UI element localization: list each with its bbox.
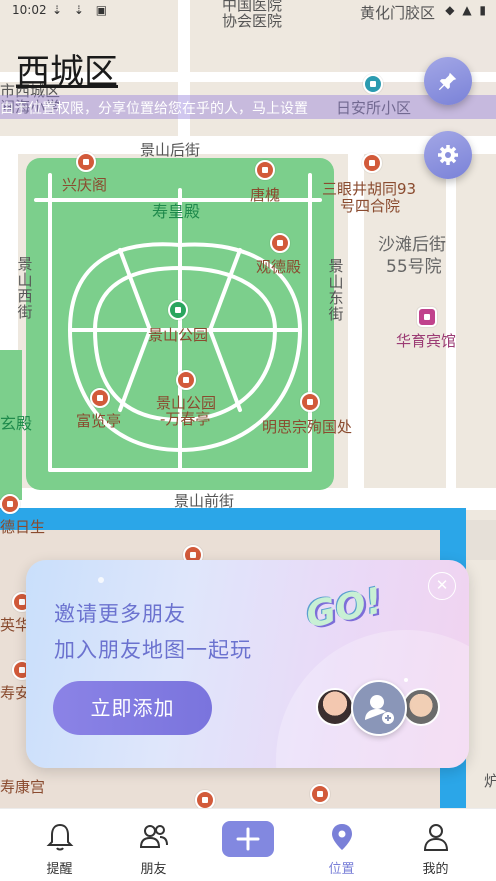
poi-marker-icon[interactable] bbox=[270, 233, 290, 253]
map-label: 观德殿 bbox=[256, 258, 302, 276]
tab-label: 我的 bbox=[422, 862, 449, 877]
friend-avatar bbox=[316, 688, 354, 726]
settings-button[interactable] bbox=[424, 131, 472, 179]
map-label: 华育宾馆 bbox=[396, 332, 457, 350]
map-label: 沙滩后街 bbox=[378, 235, 446, 255]
map-label: 景山东街 bbox=[328, 257, 344, 323]
bottom-nav: 提醒 朋友 位置 我的 bbox=[0, 808, 496, 881]
tab-label: 提醒 bbox=[46, 862, 73, 877]
district-title[interactable]: 西城区 bbox=[16, 44, 118, 93]
add-user-icon bbox=[365, 695, 394, 724]
tab-label: 位置 bbox=[328, 862, 355, 877]
map-label: 号四合院 bbox=[340, 197, 401, 215]
map-label: 寿康宫 bbox=[0, 778, 46, 796]
map-label: 富览亭 bbox=[76, 412, 122, 430]
poi-marker-icon[interactable] bbox=[255, 160, 275, 180]
profile-icon bbox=[423, 824, 449, 851]
permission-banner[interactable]: 由于位置权限，分享位置给您在乎的人，马上设置 bbox=[0, 95, 496, 119]
hotel-marker-icon[interactable] bbox=[417, 307, 437, 327]
location-icon bbox=[332, 824, 352, 850]
invite-card: 邀请更多朋友 加入朋友地图一起玩 立即添加 ✕ GO! bbox=[26, 560, 469, 768]
map-label: 景山公园 bbox=[156, 394, 217, 412]
police-marker-icon[interactable] bbox=[363, 74, 383, 94]
map-label: 兴庆阁 bbox=[62, 176, 108, 194]
map-label: 55号院 bbox=[386, 257, 442, 277]
poi-marker-icon[interactable] bbox=[362, 153, 382, 173]
notification-icons: ⇣ ⇣ ▣ bbox=[52, 3, 112, 17]
poi-marker-icon[interactable] bbox=[0, 494, 20, 514]
map-label: 三眼井胡同93 bbox=[322, 180, 417, 198]
map-label: 景山公园 bbox=[148, 326, 209, 344]
map-label: 寿皇殿 bbox=[152, 202, 201, 221]
pin-button[interactable] bbox=[424, 57, 472, 105]
park-marker-icon[interactable] bbox=[168, 300, 188, 320]
tab-label: 朋友 bbox=[140, 862, 167, 877]
status-time: 10:02 bbox=[12, 3, 47, 17]
map-label: 明思宗殉国处 bbox=[262, 418, 353, 436]
status-bar: 10:02 ⇣ ⇣ ▣ ◆ ▲ ▮ bbox=[0, 0, 496, 22]
map-label: -万春亭 bbox=[160, 410, 211, 428]
tab-profile[interactable]: 我的 bbox=[386, 809, 485, 881]
map-label: 炉 bbox=[484, 772, 496, 790]
map-label: 唐槐 bbox=[250, 186, 281, 204]
map-label: 景山后街 bbox=[140, 141, 201, 159]
tab-location[interactable]: 位置 bbox=[292, 809, 391, 881]
signal-battery-icons: ◆ ▲ ▮ bbox=[445, 3, 488, 17]
tab-reminder[interactable]: 提醒 bbox=[10, 809, 109, 881]
permission-banner-text: 由于位置权限，分享位置给您在乎的人，马上设置 bbox=[0, 101, 308, 117]
map-label: 景山前街 bbox=[174, 492, 235, 510]
gear-icon bbox=[438, 145, 458, 165]
friends-icon bbox=[139, 825, 168, 848]
plus-icon bbox=[236, 827, 260, 851]
add-button[interactable] bbox=[222, 821, 274, 857]
tab-friends[interactable]: 朋友 bbox=[104, 809, 203, 881]
poi-marker-icon[interactable] bbox=[310, 784, 330, 804]
friend-avatar bbox=[402, 688, 440, 726]
close-invite-button[interactable]: ✕ bbox=[428, 572, 456, 600]
poi-marker-icon[interactable] bbox=[300, 392, 320, 412]
map-label: 玄殿 bbox=[0, 414, 33, 433]
poi-marker-icon[interactable] bbox=[176, 370, 196, 390]
map-label: 德日生 bbox=[0, 518, 46, 536]
map-label: 景山西街 bbox=[17, 255, 33, 321]
add-friend-avatar[interactable] bbox=[351, 680, 407, 736]
add-now-button[interactable]: 立即添加 bbox=[53, 681, 212, 735]
invite-bubble-decor bbox=[98, 577, 469, 768]
poi-marker-icon[interactable] bbox=[195, 790, 215, 808]
invite-subheading: 加入朋友地图一起玩 bbox=[54, 638, 252, 662]
invite-heading: 邀请更多朋友 bbox=[54, 602, 186, 626]
pin-icon bbox=[438, 72, 457, 91]
poi-marker-icon[interactable] bbox=[76, 152, 96, 172]
bell-icon bbox=[46, 823, 74, 851]
poi-marker-icon[interactable] bbox=[90, 388, 110, 408]
